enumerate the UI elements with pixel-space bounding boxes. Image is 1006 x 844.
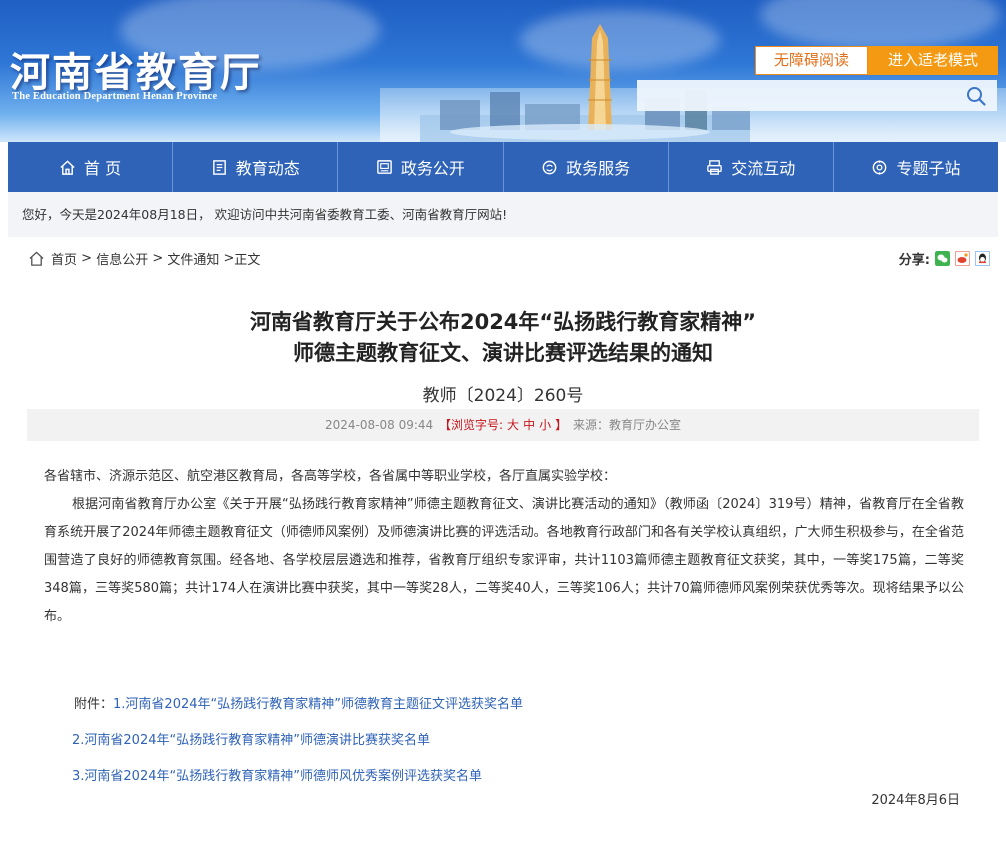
font-size-small[interactable]: 小 [539,418,551,432]
nav-item-label: 政务公开 [400,159,465,178]
nav-item-topic-sites[interactable]: 专题子站 [834,142,998,192]
nav-item-education-news[interactable]: 教育动态 [173,142,339,192]
paragraph: 根据河南省教育厅办公室《关于开展“弘扬践行教育家精神”师德主题教育征文、演讲比赛… [44,497,964,624]
share-bar: 分享: [899,249,990,268]
nav-item-government-services[interactable]: 政务服务 [504,142,669,192]
home-icon [60,159,75,175]
article-source: 来源：教育厅办公室 [572,418,681,432]
font-size-switcher: 【浏览字号: 大中小】 [437,418,573,432]
breadcrumb-separator: > [219,251,235,266]
attachment-link-1[interactable]: 1.河南省2024年“弘扬践行教育家精神”师德教育主题征文评选获奖名单 [113,697,523,712]
breadcrumb-separator: > [77,251,97,266]
qq-icon[interactable] [975,251,990,266]
breadcrumb-file-notice[interactable]: 文件通知 [167,249,219,268]
wechat-icon[interactable] [935,251,950,266]
publish-date: 2024-08-08 09:44 [325,418,434,432]
welcome-bar: 您好，今天是2024年08月18日， 欢迎访问中共河南省委教育工委、河南省教育厅… [8,192,998,237]
font-size-label: 【浏览字号: [439,418,504,432]
header-banner: 河南省教育厅 The Education Department Henan Pr… [0,0,1006,142]
nav-item-label: 政务服务 [566,159,631,178]
nav-item-label: 教育动态 [235,159,300,178]
article-title-line1: 河南省教育厅关于公布2024年“弘扬践行教育家精神” [249,310,757,334]
public-icon [377,159,392,174]
nav-item-interaction[interactable]: 交流互动 [669,142,834,192]
font-size-close: 】 [555,418,568,432]
site-title: 河南省教育厅 [10,49,262,96]
nav-item-label: 专题子站 [896,159,961,178]
breadcrumb-separator: > [148,251,168,266]
attachment-link-3[interactable]: 3.河南省2024年“弘扬践行教育家精神”师德师风优秀案例评选获奖名单 [72,769,482,784]
nav-item-government-affairs-public[interactable]: 政务公开 [338,142,504,192]
article-title-line2: 师德主题教育征文、演讲比赛评选结果的通知 [293,341,713,365]
salutation: 各省辖市、济源示范区、航空港区教育局，各高等学校，各省属中等职业学校，各厅直属实… [44,469,617,484]
service-icon [542,160,557,174]
search-input[interactable] [637,80,957,111]
article-body: 各省辖市、济源示范区、航空港区教育局，各高等学校，各省属中等职业学校，各厅直属实… [44,463,964,631]
share-label: 分享: [898,253,930,268]
home-icon [29,251,44,266]
search-box [637,80,997,111]
main-nav: 首 页 教育动态 政务公开 政务服务 交流互动 专题子站 [8,142,998,192]
attachments-label: 附件： [74,697,114,712]
breadcrumb-current: 正文 [234,253,261,268]
article-title: 河南省教育厅关于公布2024年“弘扬践行教育家精神” 师德主题教育征文、演讲比赛… [8,307,998,369]
elder-mode-button[interactable]: 进入适老模式 [868,46,998,75]
site-subtitle: The Education Department Henan Province [12,91,218,102]
article-meta: 2024-08-08 09:44 【浏览字号: 大中小】 来源：教育厅办公室 [27,409,979,441]
accessibility-reading-button[interactable]: 无障碍阅读 [755,46,868,75]
font-size-medium[interactable]: 中 [523,418,535,432]
breadcrumb: 首页 > 信息公开 > 文件通知 > 正文 [28,249,260,268]
nav-item-label: 首 页 [84,159,122,178]
article-content: 首页 > 信息公开 > 文件通知 > 正文 分享: 河南省教育厅关于公布2024… [8,237,998,844]
nav-item-home[interactable]: 首 页 [8,142,174,192]
breadcrumb-home[interactable]: 首页 [51,249,77,268]
attachments: 附件：1.河南省2024年“弘扬践行教育家精神”师德教育主题征文评选获奖名单 2… [72,687,523,795]
nav-item-label: 交流互动 [731,159,796,178]
breadcrumb-info-public[interactable]: 信息公开 [96,249,148,268]
news-icon [212,159,226,175]
sign-date: 2024年8月6日 [871,793,960,808]
search-icon[interactable] [965,85,987,107]
document-number: 教师〔2024〕260号 [422,386,584,406]
font-size-large[interactable]: 大 [507,418,519,432]
topic-icon [873,159,887,175]
attachment-link-2[interactable]: 2.河南省2024年“弘扬践行教育家精神”师德演讲比赛获奖名单 [72,733,430,748]
weibo-icon[interactable] [955,251,970,266]
interaction-icon [707,159,723,175]
